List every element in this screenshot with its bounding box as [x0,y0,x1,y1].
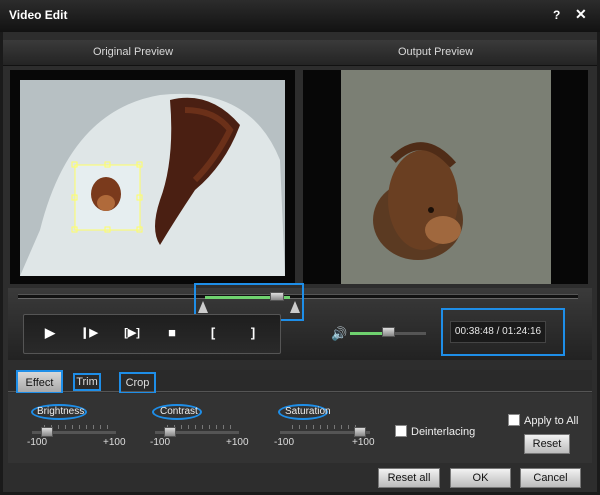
saturation-min-label: -100 [274,437,295,448]
contrast-max-label: +100 [226,437,249,448]
volume-icon[interactable]: 🔊 [331,326,347,342]
saturation-max-label: +100 [352,437,375,448]
tab-trim[interactable]: Trim [73,373,101,391]
contrast-slider-thumb[interactable] [164,427,176,437]
cancel-button[interactable]: Cancel [520,468,581,488]
window-title: Video Edit [9,8,68,22]
close-button[interactable]: ✕ [575,6,587,23]
deinterlacing-checkbox[interactable] [395,425,407,437]
reset-all-button[interactable]: Reset all [378,468,440,488]
brightness-ticks [44,425,114,429]
tab-crop[interactable]: Crop [119,372,156,394]
frame-forward-icon[interactable]: [▶] [118,323,146,343]
brightness-max-label: +100 [103,437,126,448]
help-button[interactable]: ? [553,8,560,22]
saturation-label: Saturation [285,406,331,417]
brightness-min-label: -100 [27,437,48,448]
apply-to-all-label: Apply to All [524,415,579,427]
original-preview-label: Original Preview [93,46,174,58]
brightness-slider-thumb[interactable] [41,427,53,437]
contrast-min-label: -100 [150,437,171,448]
brightness-label: Brightness [37,406,85,417]
deinterlacing-label: Deinterlacing [411,426,476,438]
mark-in-icon[interactable]: [ [203,323,223,343]
original-preview-image [10,70,295,284]
saturation-slider-thumb[interactable] [354,427,366,437]
ok-button[interactable]: OK [450,468,511,488]
reset-button[interactable]: Reset [524,434,570,454]
volume-slider-thumb[interactable] [382,327,395,337]
output-preview-label: Output Preview [398,46,474,58]
time-highlight [441,308,565,356]
contrast-ticks [167,425,237,429]
output-preview-image [303,70,588,284]
mark-out-icon[interactable]: ] [243,323,263,343]
apply-to-all-checkbox[interactable] [508,414,520,426]
tab-effect[interactable]: Effect [16,370,63,394]
play-icon[interactable]: ▶ [40,323,60,343]
stop-icon[interactable]: ■ [162,323,182,343]
title-bar [0,0,600,32]
saturation-ticks [292,425,362,429]
step-forward-icon[interactable]: ❙▶ [79,323,99,343]
contrast-label: Contrast [160,406,198,417]
